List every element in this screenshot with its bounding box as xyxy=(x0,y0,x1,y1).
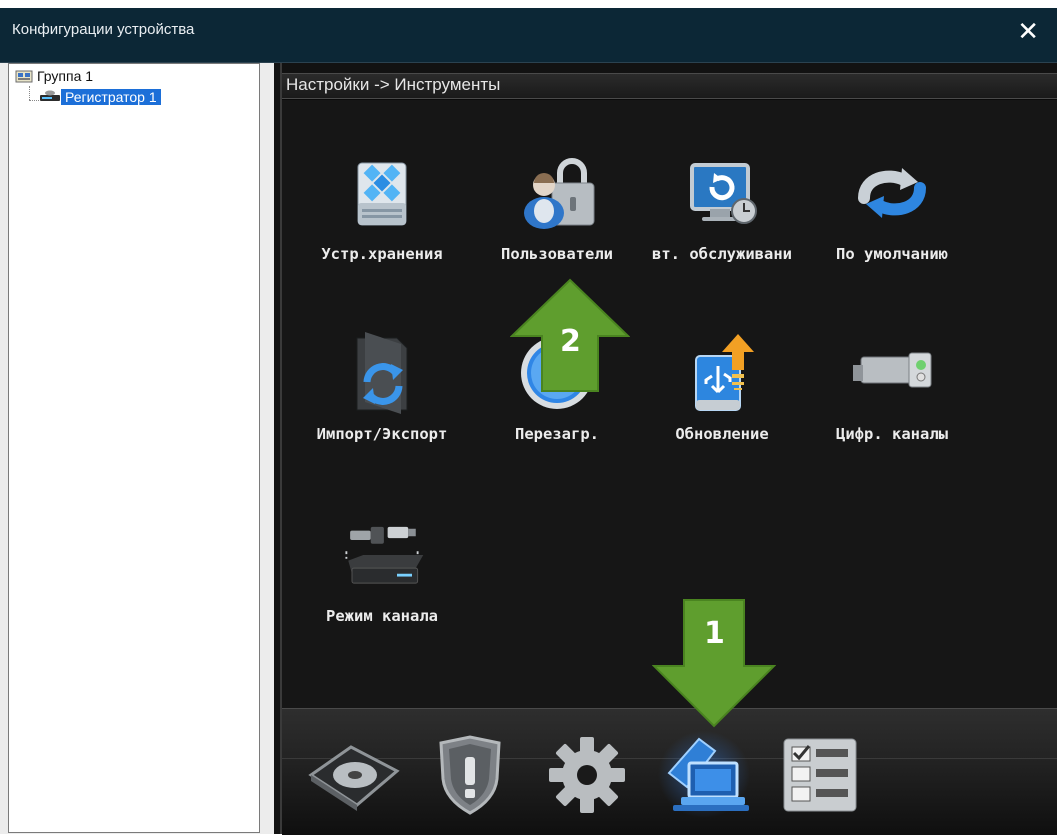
group-icon xyxy=(15,70,33,83)
hdd-record-icon xyxy=(308,744,400,811)
dvr-device-icon xyxy=(40,90,60,101)
tool-import-export[interactable]: Импорт/Экспорт xyxy=(297,328,467,478)
tool-maintenance-label: вт. обслуживани xyxy=(652,245,792,263)
tool-reboot-label: Перезагр. xyxy=(515,425,599,443)
tree-item-group[interactable]: Группа 1 xyxy=(15,68,97,84)
tool-storage[interactable]: Устр.хранения xyxy=(297,148,467,298)
toolbar-system-button[interactable] xyxy=(537,727,637,822)
usb-update-icon xyxy=(677,328,767,418)
window-titlebar: Конфигурации устройства ✕ xyxy=(0,8,1057,63)
toolbar-info-button[interactable] xyxy=(770,727,870,822)
info-checklist-icon xyxy=(783,738,857,811)
tool-storage-label: Устр.хранения xyxy=(321,245,443,263)
tool-default-label: По умолчанию xyxy=(836,245,948,263)
toolbar-tools-button[interactable] xyxy=(654,727,754,822)
users-lock-icon xyxy=(512,148,602,238)
tree-connector xyxy=(29,86,30,100)
tool-channel-mode[interactable]: Режим канала xyxy=(297,510,467,660)
tool-update[interactable]: Обновление xyxy=(637,328,807,478)
restore-default-icon xyxy=(847,148,937,238)
toolbar-record-button[interactable] xyxy=(304,727,404,822)
step-1-label: 1 xyxy=(704,616,725,651)
breadcrumb: Настройки -> Инструменты xyxy=(286,75,501,94)
device-tree[interactable]: Группа 1 Регистратор 1 xyxy=(8,63,260,833)
tool-default[interactable]: По умолчанию xyxy=(807,148,977,298)
ip-camera-icon xyxy=(847,328,937,418)
tool-digital-channels-label: Цифр. каналы xyxy=(836,425,948,443)
tool-import-export-label: Импорт/Экспорт xyxy=(316,425,448,443)
step-2-label: 2 xyxy=(560,324,581,359)
tool-users-label: Пользователи xyxy=(501,245,613,263)
tool-digital-channels[interactable]: Цифр. каналы xyxy=(807,328,977,478)
tree-item-group-label: Группа 1 xyxy=(37,68,94,84)
breadcrumb-bar: Настройки -> Инструменты xyxy=(282,73,1057,99)
toolbar-alarm-button[interactable] xyxy=(420,727,520,822)
tool-users[interactable]: Пользователи xyxy=(472,148,642,298)
alarm-shield-icon xyxy=(439,734,501,815)
window-title: Конфигурации устройства xyxy=(12,21,195,38)
auto-maintenance-icon xyxy=(677,148,767,238)
tool-maintenance[interactable]: вт. обслуживани xyxy=(637,148,807,298)
tree-connector xyxy=(29,100,39,101)
tools-monitor-icon xyxy=(667,737,749,811)
tool-update-label: Обновление xyxy=(675,425,769,443)
tree-item-device[interactable]: Регистратор 1 xyxy=(39,89,161,105)
tool-channel-mode-label: Режим канала xyxy=(326,607,438,625)
system-gear-icon xyxy=(549,736,625,813)
import-export-icon xyxy=(337,328,427,418)
channel-mode-icon xyxy=(337,510,427,600)
close-icon[interactable]: ✕ xyxy=(1017,18,1039,46)
tree-item-device-label: Регистратор 1 xyxy=(61,89,161,105)
storage-drive-icon xyxy=(337,148,427,238)
